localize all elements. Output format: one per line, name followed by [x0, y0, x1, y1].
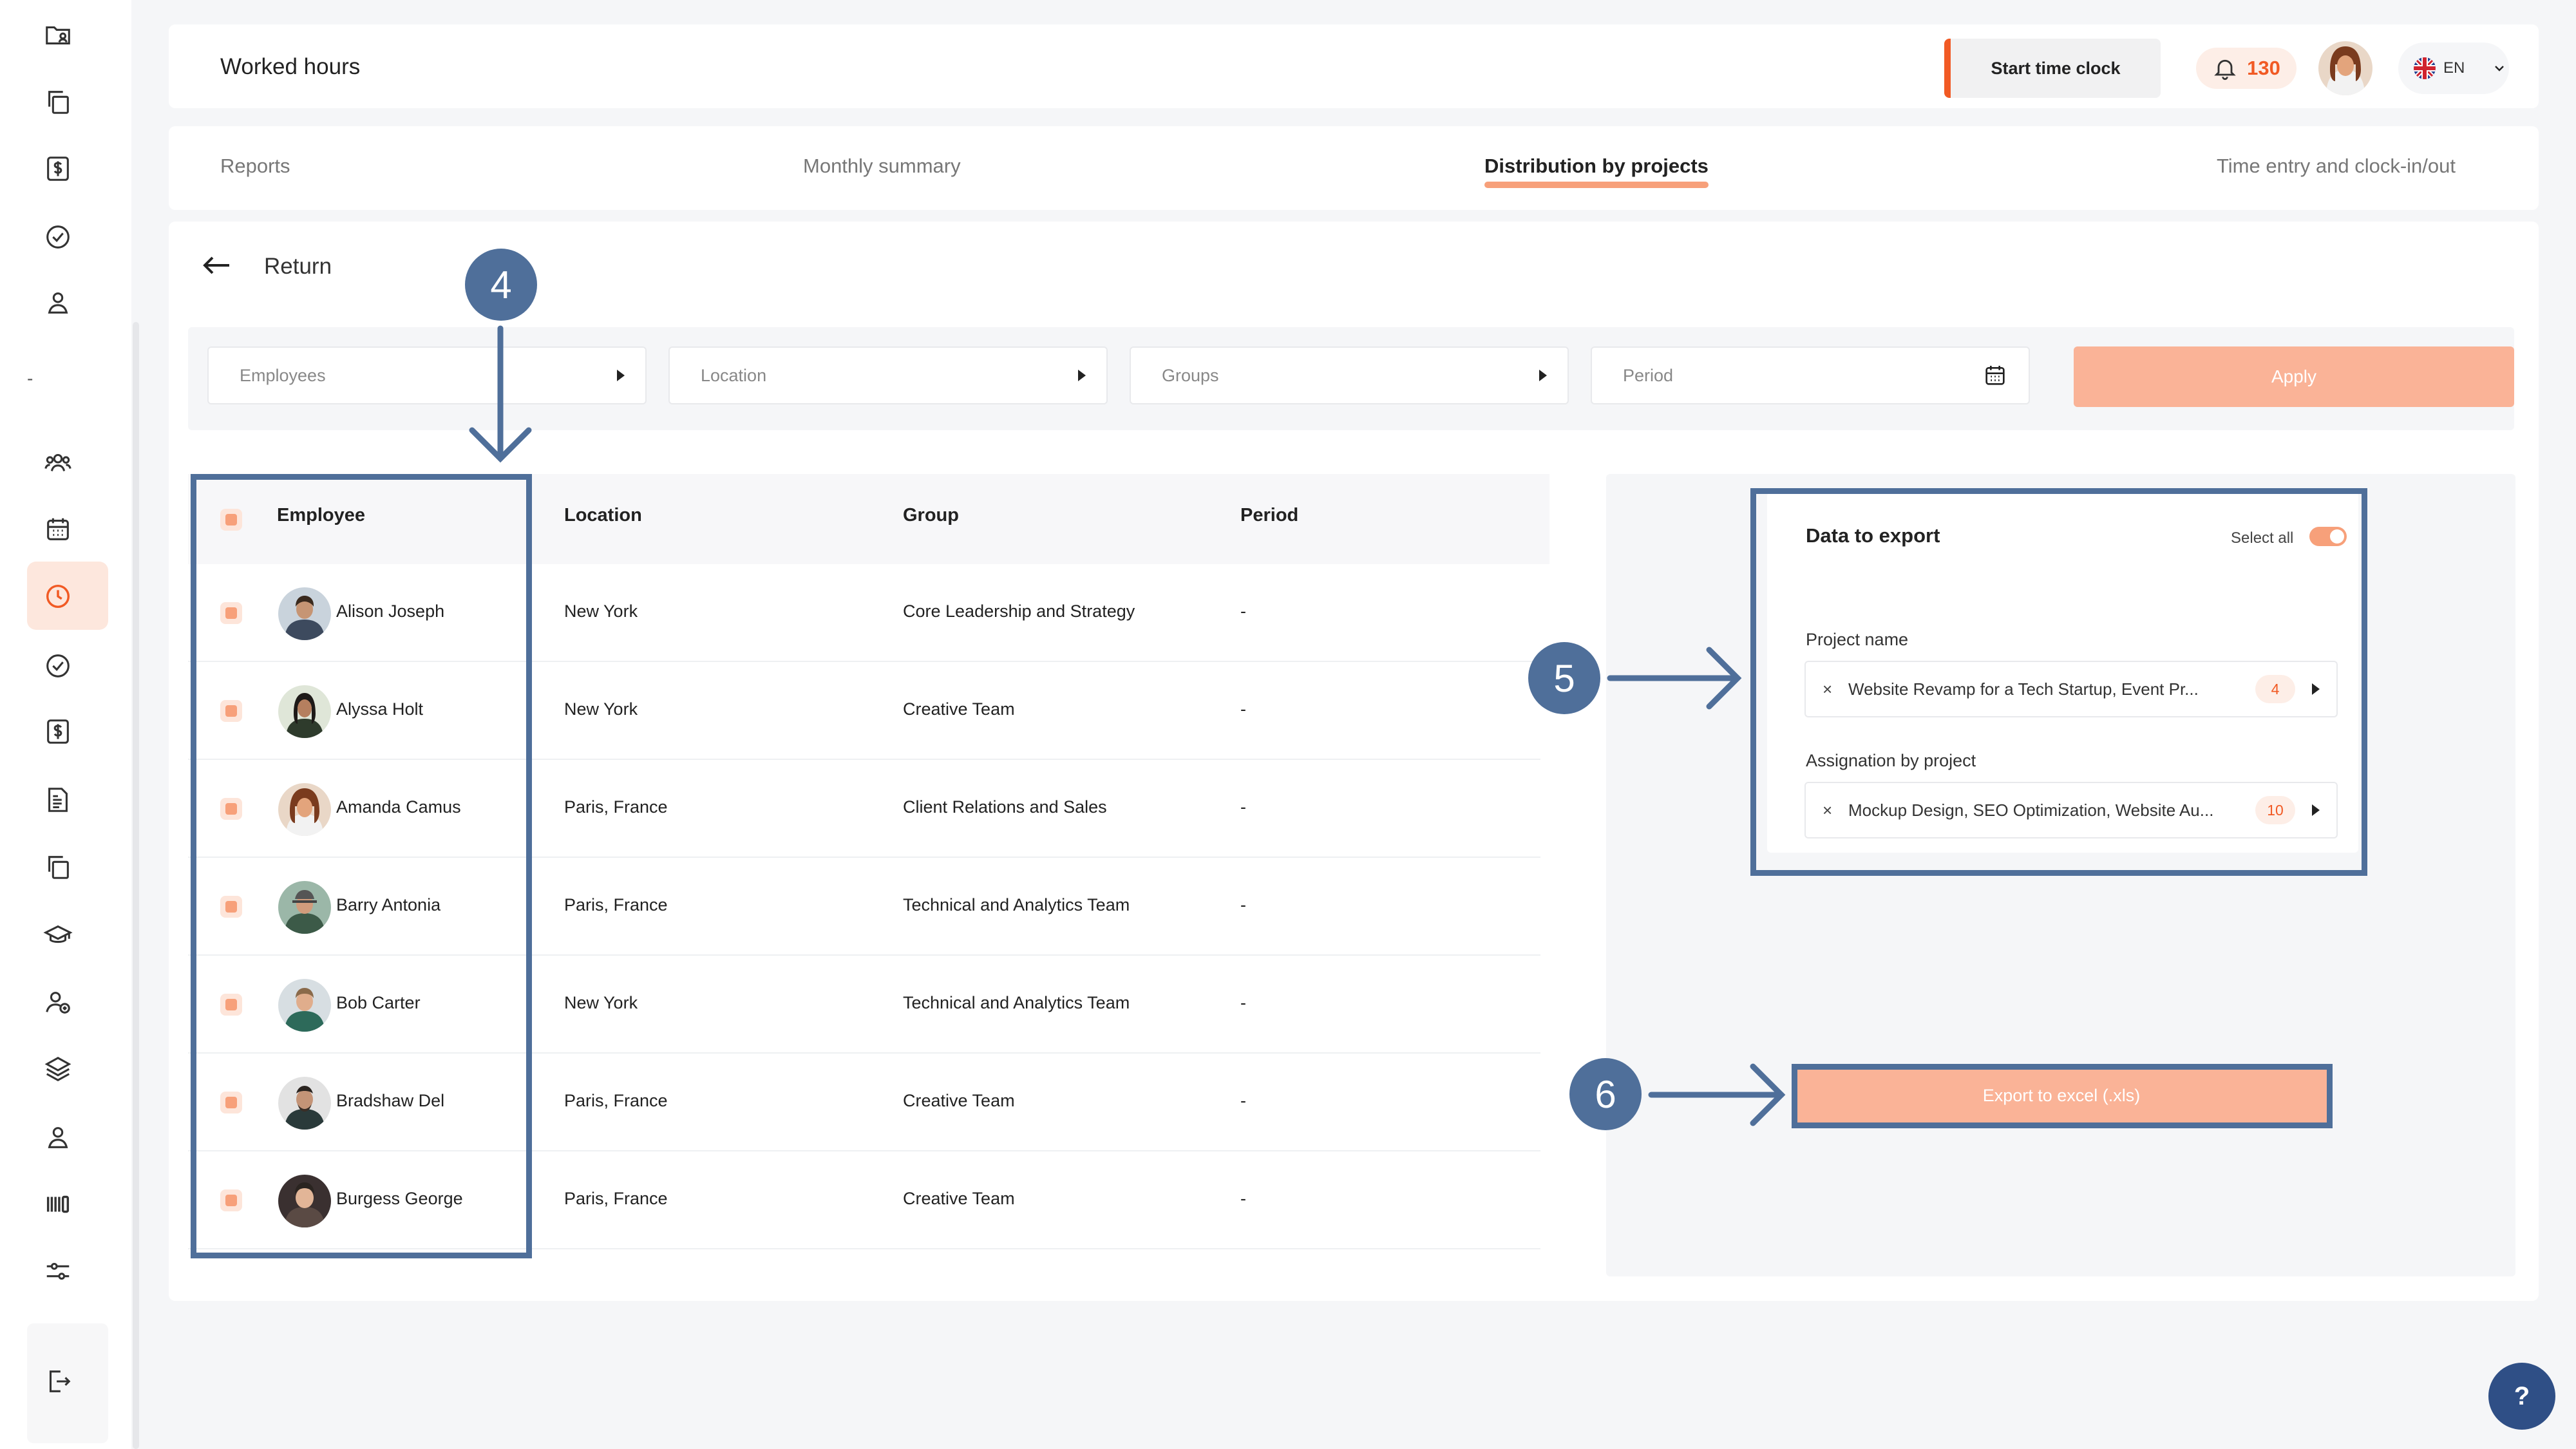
help-button[interactable]: ? — [2488, 1363, 2555, 1430]
annotation-arrows — [469, 325, 1786, 1126]
